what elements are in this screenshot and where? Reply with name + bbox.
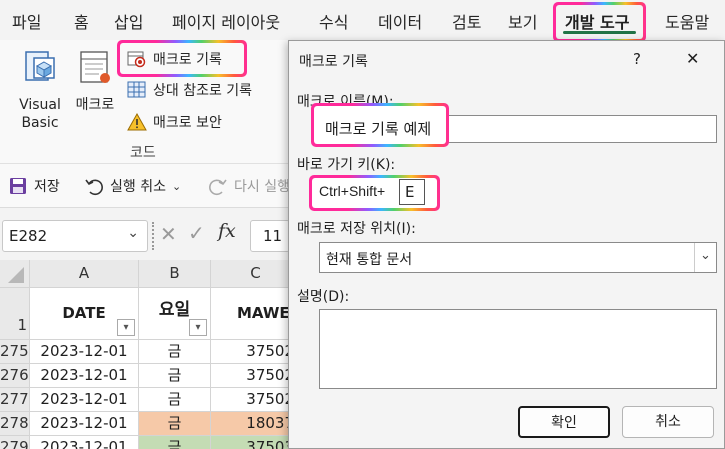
- macros-label: 매크로: [75, 97, 115, 113]
- font-size-box[interactable]: 11: [250, 220, 290, 252]
- table-cell-date[interactable]: 2023-12-01: [30, 436, 139, 449]
- row-header[interactable]: 277: [0, 388, 30, 412]
- shortcut-key-label: 바로 가기 키(K):: [297, 157, 396, 173]
- save-icon: [10, 178, 26, 194]
- undo-button[interactable]: 실행 취소 ⌄: [84, 176, 181, 196]
- dialog-title: 매크로 기록: [299, 54, 368, 70]
- column-header-b[interactable]: B: [139, 260, 211, 288]
- dialog-title-bar[interactable]: 매크로 기록 ? ✕: [289, 41, 724, 79]
- cancel-entry-icon[interactable]: ✕: [160, 222, 177, 246]
- close-button[interactable]: ✕: [686, 49, 699, 68]
- filter-dropdown-icon[interactable]: ▾: [189, 319, 207, 336]
- record-macro-dialog: 매크로 기록 ? ✕ 매크로 이름(M): 매크로 기록 예제 바로 가기 키(…: [288, 40, 725, 449]
- macro-sheet-icon: [80, 51, 110, 83]
- undo-dropdown-icon[interactable]: ⌄: [172, 180, 181, 193]
- description-textarea[interactable]: [319, 309, 717, 389]
- header-cell-weekday[interactable]: 요일 ▾: [139, 288, 211, 340]
- tab-formulas[interactable]: 수식: [319, 9, 348, 33]
- table-cell-date[interactable]: 2023-12-01: [30, 412, 139, 436]
- column-header-a[interactable]: A: [30, 260, 139, 288]
- relative-references-label: 상대 참조로 기록: [153, 83, 253, 99]
- tab-data[interactable]: 데이터: [378, 9, 422, 33]
- header-cell-date[interactable]: DATE ▾: [30, 288, 139, 340]
- table-cell-date[interactable]: 2023-12-01: [30, 364, 139, 388]
- visual-basic-label-line2: Basic: [21, 115, 59, 131]
- table-grid-icon: [127, 81, 146, 98]
- visual-basic-label-line1: Visual: [19, 97, 61, 113]
- row-header[interactable]: 279: [0, 436, 30, 449]
- store-macro-label: 매크로 저장 위치(I):: [297, 221, 416, 237]
- tab-insert[interactable]: 삽입: [114, 9, 143, 33]
- tab-developer[interactable]: 개발 도구: [565, 9, 629, 33]
- help-button[interactable]: ?: [633, 50, 641, 68]
- table-cell-weekday[interactable]: 금: [139, 388, 211, 412]
- record-macro-icon: [127, 51, 146, 68]
- record-macro-button[interactable]: 매크로 기록: [127, 49, 222, 69]
- row-header[interactable]: 278: [0, 412, 30, 436]
- cancel-button[interactable]: 취소: [622, 406, 714, 438]
- save-button[interactable]: 저장: [8, 176, 60, 196]
- table-cell-date[interactable]: 2023-12-01: [30, 388, 139, 412]
- tab-file[interactable]: 파일: [12, 9, 41, 33]
- confirm-entry-icon[interactable]: ✓: [188, 221, 205, 245]
- shortcut-key-input[interactable]: E: [399, 179, 425, 205]
- row-header[interactable]: 276: [0, 364, 30, 388]
- tab-view[interactable]: 보기: [508, 9, 537, 33]
- use-relative-references-button[interactable]: 상대 참조로 기록: [127, 80, 252, 100]
- chevron-down-icon[interactable]: ⌄: [694, 243, 716, 272]
- redo-label: 다시 실행: [234, 179, 290, 195]
- active-tab-underline: [563, 31, 636, 34]
- name-box[interactable]: E282 ⌄: [2, 220, 148, 252]
- table-cell-date[interactable]: 2023-12-01: [30, 340, 139, 364]
- ok-button[interactable]: 확인: [518, 406, 610, 438]
- macro-name-input[interactable]: 매크로 기록 예제: [325, 118, 431, 139]
- filter-dropdown-icon[interactable]: ▾: [117, 319, 135, 336]
- header-mawe-label: MAWE: [237, 304, 290, 322]
- font-size-value: 11: [263, 227, 283, 245]
- header-date-label: DATE: [62, 304, 106, 322]
- table-cell-weekday[interactable]: 금: [139, 412, 211, 436]
- name-box-dropdown-icon[interactable]: ⌄: [127, 225, 139, 241]
- shortcut-key-value: E: [405, 183, 415, 201]
- tab-page-layout[interactable]: 페이지 레이아웃: [172, 9, 280, 33]
- redo-button[interactable]: 다시 실행: [208, 176, 290, 196]
- visual-basic-button[interactable]: Visual Basic: [14, 48, 66, 132]
- undo-label: 실행 취소: [110, 179, 166, 195]
- redo-icon: [209, 179, 227, 196]
- tab-help[interactable]: 도움말: [665, 9, 709, 33]
- undo-icon: [85, 179, 103, 196]
- formula-bar-splitter[interactable]: [152, 222, 154, 250]
- table-cell-weekday[interactable]: 금: [139, 364, 211, 388]
- store-macro-value: 현재 통합 문서: [326, 252, 413, 268]
- record-macro-label: 매크로 기록: [153, 52, 222, 68]
- warning-icon: [127, 113, 147, 131]
- group-label-code: 코드: [130, 145, 156, 161]
- table-cell-weekday[interactable]: 금: [139, 340, 211, 364]
- select-all-corner[interactable]: [0, 260, 30, 288]
- insert-function-icon[interactable]: fx: [218, 220, 236, 242]
- macro-security-label: 매크로 보안: [153, 115, 222, 131]
- macros-button[interactable]: 매크로: [72, 48, 118, 114]
- name-box-value: E282: [9, 227, 48, 245]
- tab-review[interactable]: 검토: [452, 9, 481, 33]
- description-label: 설명(D):: [297, 289, 350, 305]
- visual-basic-icon: [25, 51, 55, 81]
- select-all-triangle-icon: [7, 267, 24, 283]
- macro-security-button[interactable]: 매크로 보안: [127, 112, 222, 132]
- shortcut-prefix: Ctrl+Shift+: [319, 183, 386, 199]
- row-header[interactable]: 1: [0, 288, 30, 340]
- store-macro-select[interactable]: 현재 통합 문서 ⌄: [319, 242, 717, 273]
- row-header[interactable]: 275: [0, 340, 30, 364]
- tab-home[interactable]: 홈: [74, 9, 89, 33]
- save-label: 저장: [34, 179, 60, 195]
- header-weekday-label: 요일: [158, 300, 191, 320]
- table-cell-weekday[interactable]: 금: [139, 436, 211, 449]
